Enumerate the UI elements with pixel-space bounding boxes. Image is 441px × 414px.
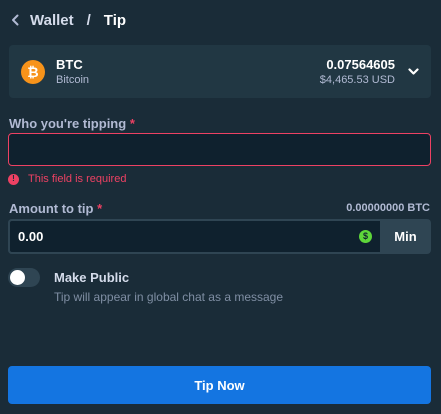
tip-panel: Wallet / Tip ₿ BTC Bitcoin 0.07564605 $4…: [0, 0, 441, 414]
amount-available-balance: 0.00000000 BTC: [346, 202, 430, 214]
tip-now-button[interactable]: Tip Now: [8, 366, 431, 404]
min-button[interactable]: Min: [380, 219, 431, 254]
make-public-toggle[interactable]: [8, 268, 40, 287]
required-mark: *: [129, 116, 135, 131]
amount-input[interactable]: [18, 229, 359, 244]
currency-selector[interactable]: ₿ BTC Bitcoin 0.07564605 $4,465.53 USD: [9, 45, 431, 98]
currency-code: BTC: [56, 56, 83, 72]
currency-balance-usd: $4,465.53 USD: [319, 73, 395, 86]
recipient-input[interactable]: [9, 134, 430, 165]
amount-label-text: Amount to tip: [9, 201, 94, 216]
currency-balance: 0.07564605 $4,465.53 USD: [320, 57, 395, 87]
recipient-error: ! This field is required: [8, 173, 126, 185]
bitcoin-symbol: ₿: [27, 63, 39, 80]
make-public-hint: Tip will appear in global chat as a mess…: [54, 290, 284, 304]
recipient-error-text: This field is required: [28, 173, 127, 185]
amount-label: Amount to tip *: [9, 201, 102, 216]
required-mark: *: [97, 201, 103, 216]
amount-field[interactable]: $: [8, 219, 380, 254]
currency-names: BTC Bitcoin: [56, 57, 89, 87]
breadcrumb: Wallet / Tip: [0, 0, 441, 40]
recipient-field[interactable]: [8, 133, 431, 166]
currency-balance-amount: 0.07564605: [326, 56, 395, 72]
make-public-label: Make Public: [54, 270, 130, 285]
breadcrumb-separator: /: [86, 11, 91, 29]
usd-dollar-icon: $: [359, 230, 372, 243]
error-icon: !: [8, 173, 19, 185]
bitcoin-coin-icon: ₿: [21, 59, 45, 84]
recipient-label-text: Who you're tipping: [9, 116, 127, 131]
amount-group: $ Min: [8, 219, 431, 254]
recipient-label: Who you're tipping *: [9, 116, 135, 131]
currency-name: Bitcoin: [56, 73, 90, 86]
toggle-knob: [10, 270, 25, 285]
page-title: Tip: [103, 11, 127, 29]
breadcrumb-wallet-link[interactable]: Wallet: [30, 12, 74, 29]
chevron-left-icon[interactable]: [8, 13, 22, 27]
chevron-down-icon[interactable]: [407, 66, 419, 78]
